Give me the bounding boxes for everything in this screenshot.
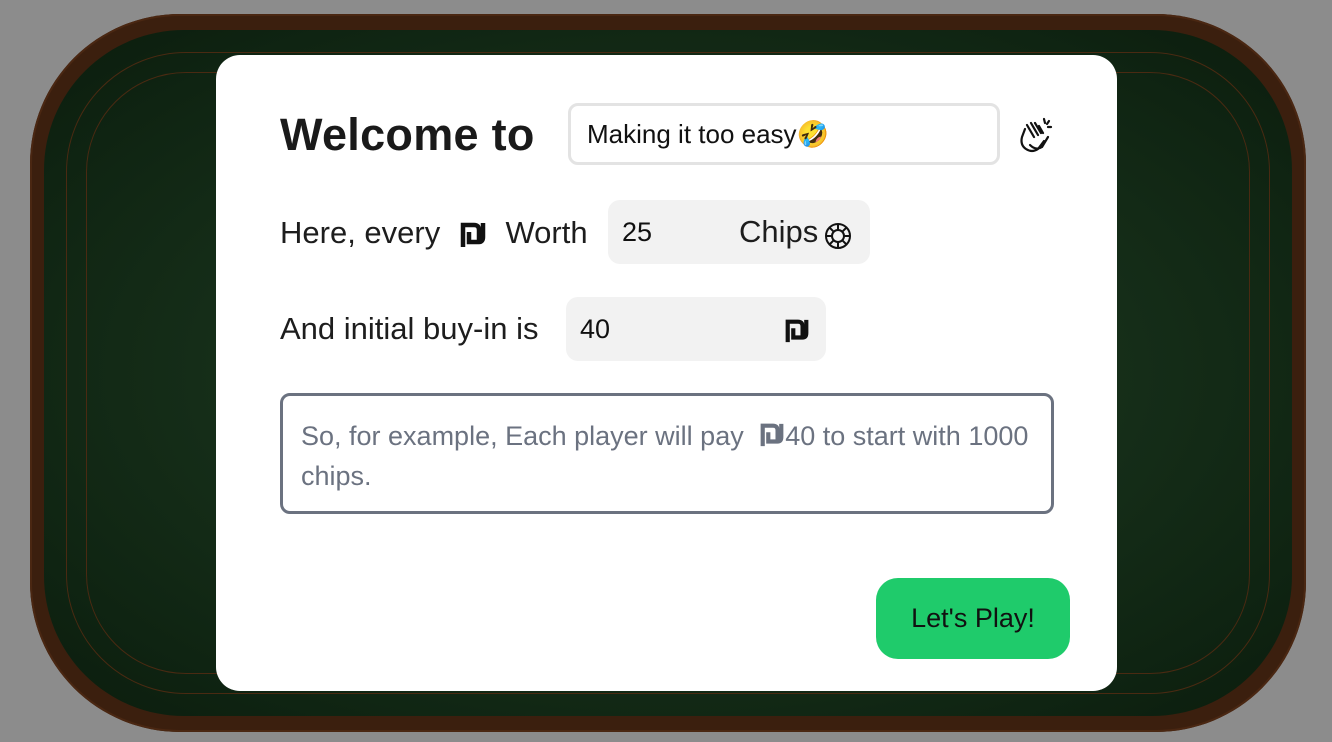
clapping-hands-icon [1020,117,1053,153]
example-explanation: So, for example, Each player will pay 40… [280,393,1054,514]
example-text-start: So, for example, Each player will pay [301,421,744,451]
game-name-input[interactable] [568,103,1000,165]
setup-dialog: Welcome to Here, every Worth Chips And i… [216,55,1117,691]
rate-prefix: Here, every [280,215,441,250]
shekel-icon [785,319,809,343]
welcome-row: Welcome to [280,103,535,167]
chips-label: Chips [739,214,819,249]
lets-play-button[interactable]: Let's Play! [876,578,1070,659]
buyin-input[interactable] [580,297,680,361]
poker-chip-icon [825,223,851,249]
shekel-icon [460,222,486,247]
buyin-field [566,297,826,361]
chips-per-shekel-input[interactable] [622,200,722,264]
worth-label: Worth [505,215,588,250]
welcome-heading: Welcome to [280,109,535,160]
buyin-label: And initial buy-in is [280,311,539,346]
shekel-icon [760,423,784,447]
chips-per-shekel-field: Chips [608,200,870,264]
rate-row: Here, every Worth [280,215,588,251]
